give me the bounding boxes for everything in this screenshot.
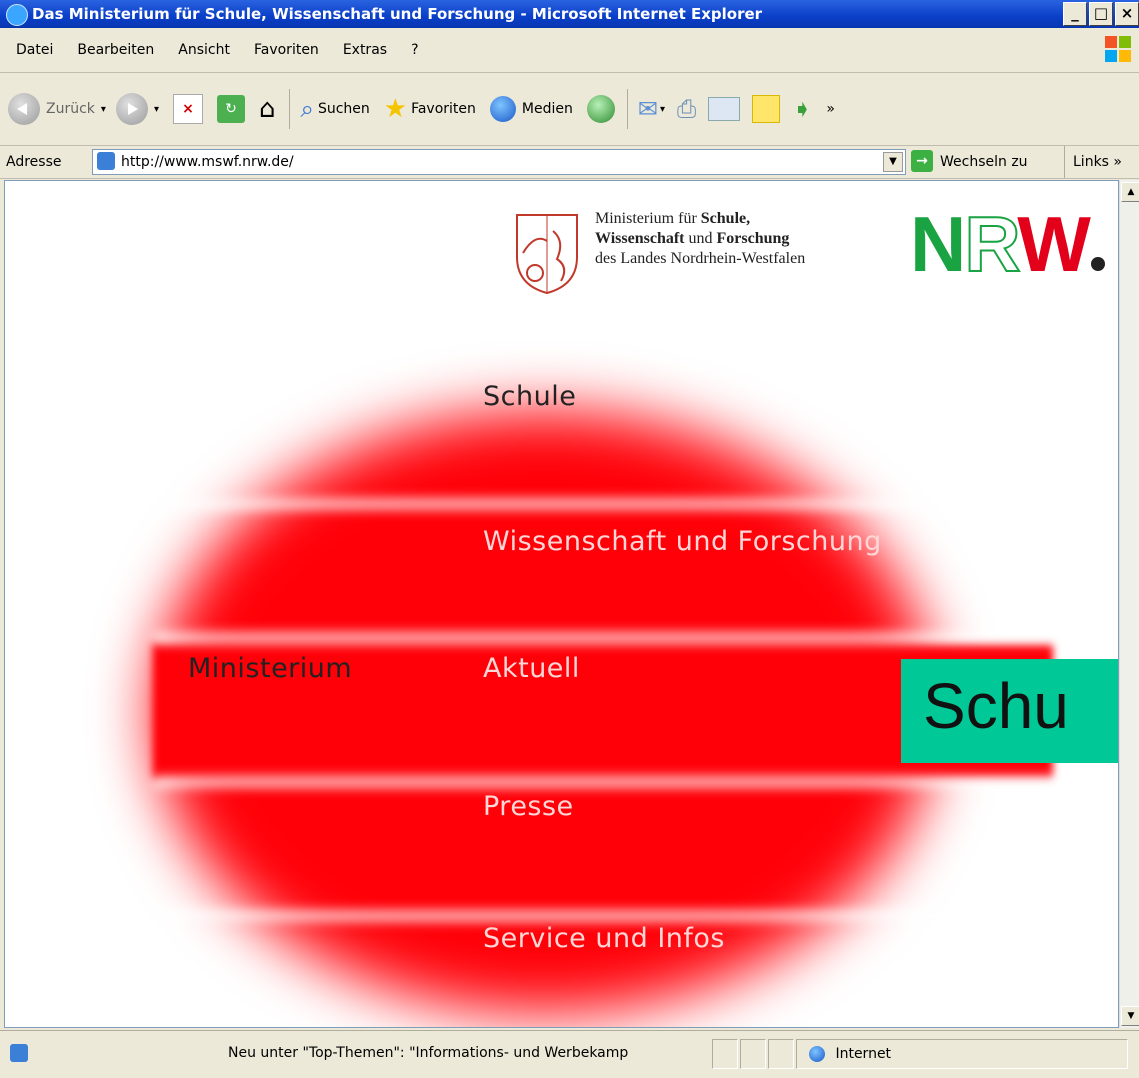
history-icon[interactable]: [586, 95, 615, 123]
toolbar-chevron-icon[interactable]: »: [826, 101, 835, 117]
menu-extras[interactable]: Extras: [331, 42, 399, 58]
links-label: Links: [1073, 154, 1109, 170]
address-dropdown-icon[interactable]: ▼: [883, 152, 903, 172]
forward-arrow-icon[interactable]: [115, 93, 148, 125]
media-globe-icon[interactable]: [489, 96, 516, 122]
nav-ministerium[interactable]: Ministerium: [188, 653, 352, 684]
ministry-line2-bold1: Wissenschaft: [595, 230, 685, 247]
vertical-scrollbar[interactable]: ▲ ▼: [1119, 180, 1139, 1028]
ministry-line2-mid: und: [684, 230, 717, 247]
favorites-star-icon[interactable]: ★: [384, 94, 407, 124]
toolbar-separator: [289, 89, 291, 129]
menu-bearbeiten[interactable]: Bearbeiten: [65, 42, 166, 58]
scroll-down-arrow-icon[interactable]: ▼: [1121, 1006, 1139, 1026]
standard-toolbar: Zurück ▾ ▾ × ↻ ⌂ ⌕ Suchen ★ Favoriten Me…: [0, 73, 1139, 146]
refresh-icon[interactable]: ↻: [216, 95, 245, 123]
menu-favoriten[interactable]: Favoriten: [242, 42, 331, 58]
back-arrow-icon[interactable]: [8, 93, 40, 125]
toolbar-separator: [626, 89, 628, 129]
menu-help[interactable]: ?: [399, 42, 430, 58]
favorites-button-label[interactable]: Favoriten: [411, 101, 476, 117]
title-bar: Das Ministerium für Schule, Wissenschaft…: [0, 0, 1139, 28]
print-icon[interactable]: ⎙: [677, 95, 696, 123]
go-arrow-icon[interactable]: →: [911, 150, 933, 172]
menu-datei[interactable]: Datei: [4, 42, 65, 58]
nrw-logo[interactable]: NRW: [910, 199, 1105, 290]
links-toolbar[interactable]: Links »: [1064, 146, 1122, 178]
scroll-up-arrow-icon[interactable]: ▲: [1121, 182, 1139, 202]
nav-presse[interactable]: Presse: [483, 791, 574, 822]
stop-icon[interactable]: ×: [172, 94, 203, 124]
mail-icon[interactable]: ✉: [638, 95, 658, 123]
status-page-icon: [4, 1039, 204, 1067]
menu-bar: Datei Bearbeiten Ansicht Favoriten Extra…: [0, 28, 1139, 73]
media-button-label[interactable]: Medien: [522, 101, 573, 117]
menu-ansicht[interactable]: Ansicht: [166, 42, 242, 58]
address-bar: Adresse http://www.mswf.nrw.de/ ▼ → Wech…: [0, 146, 1139, 179]
search-icon[interactable]: ⌕: [300, 95, 313, 123]
forward-dropdown-icon[interactable]: ▾: [154, 104, 159, 115]
nav-aktuell[interactable]: Aktuell: [483, 653, 580, 684]
windows-logo-icon: [1105, 36, 1131, 62]
messenger-icon[interactable]: ➧: [792, 95, 812, 123]
window-title: Das Ministerium für Schule, Wissenschaft…: [32, 5, 763, 23]
page-viewport: Ministerium für Schule, Wissenschaft und…: [4, 180, 1119, 1028]
white-band-graphic: [153, 499, 1113, 509]
close-button[interactable]: ×: [1115, 2, 1139, 26]
ministry-line1-bold: Schule,: [700, 210, 751, 227]
home-icon[interactable]: ⌂: [259, 94, 276, 124]
ie-icon: [6, 4, 28, 26]
ministry-line2-bold2: Forschung: [716, 230, 790, 247]
status-message: Neu unter "Top-Themen": "Informations- u…: [228, 1045, 629, 1061]
address-url[interactable]: http://www.mswf.nrw.de/: [121, 150, 294, 174]
internet-globe-icon: [809, 1046, 825, 1062]
back-button-label[interactable]: Zurück: [46, 101, 95, 117]
status-cell: [768, 1039, 794, 1069]
status-cell: [712, 1039, 738, 1069]
go-button-label[interactable]: Wechseln zu: [940, 146, 1028, 178]
address-input[interactable]: http://www.mswf.nrw.de/ ▼: [92, 149, 906, 175]
overlay-text: Schu: [923, 670, 1069, 742]
status-cell: [740, 1039, 766, 1069]
ministry-line3: des Landes Nordrhein-Westfalen: [595, 250, 806, 267]
page-icon: [97, 152, 115, 170]
nav-wissenschaft[interactable]: Wissenschaft und Forschung: [483, 526, 882, 557]
back-dropdown-icon[interactable]: ▾: [101, 104, 106, 115]
search-button-label[interactable]: Suchen: [318, 101, 370, 117]
status-bar: Neu unter "Top-Themen": "Informations- u…: [0, 1030, 1139, 1078]
minimize-button[interactable]: _: [1063, 2, 1087, 26]
maximize-button[interactable]: □: [1089, 2, 1113, 26]
discuss-icon[interactable]: [752, 95, 781, 123]
white-band-graphic: [153, 911, 1113, 921]
zone-label: Internet: [835, 1046, 892, 1062]
nav-schule[interactable]: Schule: [483, 381, 576, 412]
status-zone: Internet: [796, 1039, 1128, 1069]
white-band-graphic: [153, 777, 1113, 787]
edit-icon[interactable]: [708, 97, 741, 121]
nav-service[interactable]: Service und Infos: [483, 923, 725, 954]
overlay-label: Schu: [901, 659, 1118, 763]
mail-dropdown-icon[interactable]: ▾: [660, 104, 665, 115]
links-chevron-icon: »: [1113, 154, 1122, 170]
ministry-line1: Ministerium für: [595, 210, 701, 227]
white-band-graphic: [153, 633, 1113, 643]
nrw-crest-icon: [516, 214, 578, 295]
window-controls: _ □ ×: [1063, 2, 1139, 26]
address-label: Adresse: [6, 154, 62, 170]
ministry-logo-text: Ministerium für Schule, Wissenschaft und…: [595, 209, 805, 269]
